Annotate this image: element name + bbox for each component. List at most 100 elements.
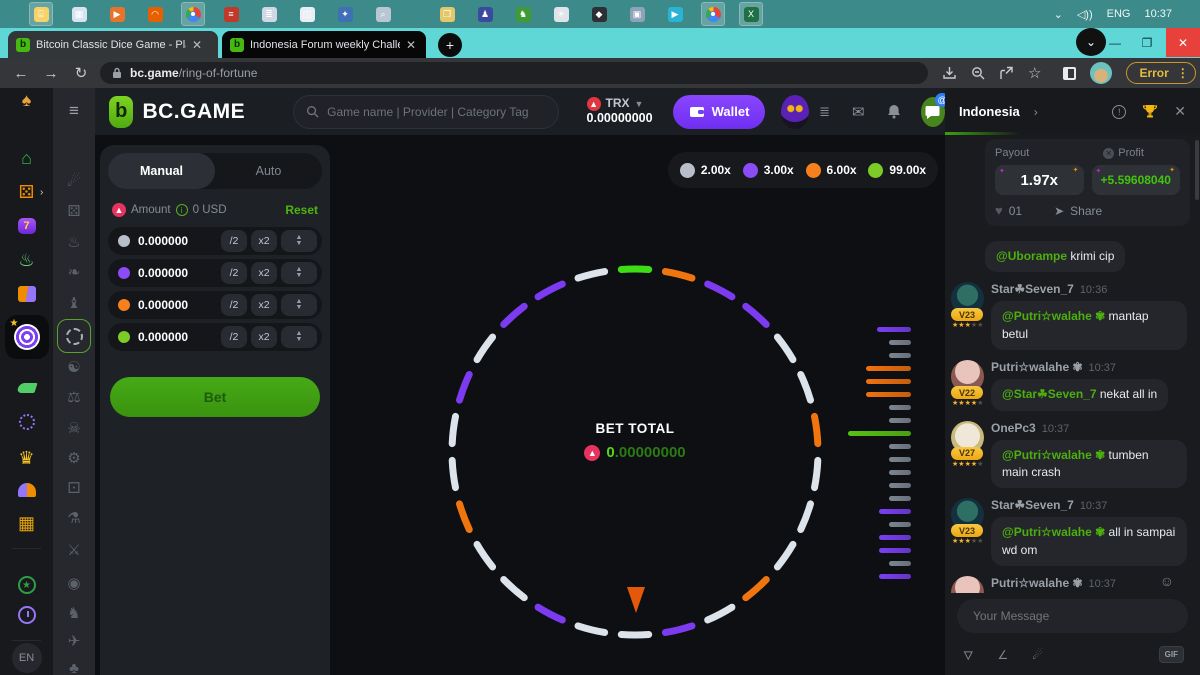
excel-icon[interactable]: X [740, 3, 762, 25]
file-explorer-icon[interactable]: ⌸ [30, 3, 52, 25]
media-player-icon[interactable]: ▶ [106, 3, 128, 25]
language-indicator[interactable]: ENG [1107, 8, 1131, 20]
sidebar2-item-grenade[interactable]: ⚗ [53, 501, 95, 535]
mention-link[interactable]: @Star☘Seven_7 [1002, 387, 1097, 401]
sidebar-item-sports-shoe[interactable] [0, 370, 53, 406]
zoom-icon[interactable] [971, 66, 985, 80]
game-search-input[interactable]: Game name | Provider | Category Tag [293, 95, 558, 129]
dragon-game-icon[interactable]: ♞ [512, 3, 534, 25]
share-label[interactable]: Share [1070, 204, 1102, 218]
sidebar-item-mines-blocks[interactable]: ▦ [0, 505, 53, 541]
mention-link[interactable]: @Uborampe [996, 249, 1067, 263]
tab-search-chevron[interactable]: ⌄ [1076, 28, 1106, 56]
format-icon[interactable]: ∠ [998, 648, 1009, 662]
profile-error-button[interactable]: Error⋮ [1126, 62, 1195, 84]
emoji-icon[interactable]: ☺ [1160, 573, 1174, 589]
chrome-profile-icon[interactable] [702, 3, 724, 25]
mention-link[interactable]: @Putri☆walahe ✾ [1002, 525, 1105, 539]
sidebar2-item-comet[interactable]: ☄ [53, 164, 95, 198]
sidebar-item-party-ghosts[interactable] [0, 472, 53, 508]
message-bubble[interactable]: @Putri☆walahe ✾ tumben main crash [991, 440, 1187, 489]
reload-icon[interactable]: ↻ [66, 64, 96, 82]
sidebar2-item-sword[interactable]: ⚔ [53, 533, 95, 567]
sidebar-item-roulette[interactable] [0, 404, 53, 440]
address-bar[interactable]: bc.game/ring-of-fortune [100, 62, 928, 84]
sidebar2-item-menu[interactable]: ≡ [53, 94, 95, 128]
mail-icon[interactable]: ✉ [852, 103, 865, 121]
sidebar-item-dice-game[interactable]: ⚄› [0, 174, 53, 210]
sidebar2-item-eggs[interactable]: ☯ [53, 350, 95, 384]
search-app-icon[interactable]: ⌕ [372, 3, 394, 25]
trophy-icon[interactable] [1142, 104, 1158, 119]
firefox-icon[interactable]: ◠ [144, 3, 166, 25]
sidebar2-item-coins[interactable]: ⚖ [53, 380, 95, 414]
browser-menu-icon[interactable]: ⋮ [1177, 66, 1189, 80]
dark-app-icon[interactable]: ◆ [588, 3, 610, 25]
sidebar-item-language[interactable]: EN [0, 640, 53, 675]
share-icon[interactable] [999, 66, 1014, 80]
meteor-icon[interactable]: ☄ [1032, 648, 1043, 662]
store-app-icon[interactable]: ◫ [296, 3, 318, 25]
sidebar-item-ring-of-fortune[interactable] [0, 319, 53, 355]
window-restore-button[interactable]: ❐ [1130, 28, 1164, 57]
sidebar2-item-brazier[interactable]: ♝ [53, 286, 95, 320]
folders-icon[interactable]: ❒ [436, 3, 458, 25]
notepad-icon[interactable]: ≣ [258, 3, 280, 25]
sidebar2-item-crab[interactable]: ☠ [53, 411, 95, 445]
message-bubble[interactable]: @Uborampe krimi cip [985, 241, 1125, 272]
volume-icon[interactable]: ◁)) [1077, 8, 1093, 21]
side-panel-icon[interactable] [1063, 67, 1076, 80]
paint-app-icon[interactable]: ✦ [334, 3, 356, 25]
sidebar2-item-dice-circle[interactable]: ⚄ [53, 194, 95, 228]
chat-channel-selector[interactable]: Indonesia [959, 104, 1020, 119]
sidebar2-item-cake[interactable]: ♨ [53, 225, 95, 259]
like-heart-icon[interactable]: ♥ [995, 203, 1003, 218]
sidebar-item-home[interactable]: ⌂ [0, 140, 53, 176]
bcgame-logo[interactable]: b [109, 96, 133, 128]
chat-close-icon[interactable]: ✕ [1174, 103, 1186, 120]
clock[interactable]: 10:37 [1144, 8, 1172, 20]
chat-info-icon[interactable]: ! [1112, 105, 1126, 119]
sidebar2-item-ring-active[interactable] [53, 319, 95, 353]
tab-close-icon[interactable]: ✕ [192, 38, 202, 52]
username[interactable]: Star☘Seven_710:36 [985, 282, 1190, 296]
chat-scrollbar[interactable] [1195, 140, 1199, 200]
mpc-player-icon[interactable]: ▣ [626, 3, 648, 25]
list-menu-icon[interactable]: ≣ [819, 104, 830, 120]
username[interactable]: Putri☆walahe ✾10:37 [985, 360, 1190, 374]
new-tab-button[interactable]: + [438, 33, 462, 57]
sidebar2-item-ufo[interactable]: ◉ [53, 566, 95, 600]
chat-toggle-button[interactable]: @ [921, 97, 945, 127]
mention-link[interactable]: @Putri☆walahe ✾ [1002, 448, 1105, 462]
penguin-game-icon[interactable]: ♟ [474, 3, 496, 25]
wallet-button[interactable]: Wallet [673, 95, 766, 129]
gif-button[interactable]: GIF [1159, 646, 1184, 663]
sidebar2-item-paw[interactable]: ♣ [53, 651, 95, 675]
username[interactable]: Star☘Seven_710:37 [985, 498, 1190, 512]
sidebar-item-live-casino[interactable]: ♨ [0, 242, 53, 278]
chevron-right-icon[interactable]: › [1034, 105, 1038, 119]
mention-link[interactable]: @Putri☆walahe ✾ [1002, 309, 1105, 323]
user-avatar[interactable] [781, 95, 809, 129]
message-bubble[interactable]: @Star☘Seven_7 nekat all in [991, 379, 1168, 410]
message-input[interactable] [957, 599, 1188, 633]
message-bubble[interactable]: @Putri☆walahe ✾ all in sampai wd om [991, 517, 1187, 566]
sidebar-item-shopping[interactable] [0, 276, 53, 312]
sidebar2-item-pear[interactable]: ❧ [53, 255, 95, 289]
avatar[interactable] [951, 576, 984, 593]
window-close-button[interactable]: ✕ [1166, 28, 1200, 57]
sidebar2-item-bomb[interactable]: ⚙ [53, 441, 95, 475]
sidebar-item-slots[interactable]: 7 [0, 208, 53, 244]
share-arrow-icon[interactable]: ➤ [1054, 204, 1064, 218]
install-icon[interactable] [942, 66, 957, 80]
browser-tab-2[interactable]: b Indonesia Forum weekly Challeng ✕ [222, 31, 426, 58]
rain-icon[interactable]: 🜄 [963, 642, 974, 667]
win-card[interactable]: Payout ✕ Profit ✦ ✦ 1.97x ✦ ✦ +5.5960804… [985, 139, 1190, 226]
chat-messages[interactable]: Payout ✕ Profit ✦ ✦ 1.97x ✦ ✦ +5.5960804… [945, 135, 1200, 593]
chrome-icon[interactable] [182, 3, 204, 25]
username[interactable]: OnePc310:37 [985, 421, 1190, 435]
currency-selector[interactable]: ▲ TRX ▼ 0.00000000 [587, 97, 653, 125]
photos-app-icon[interactable]: ▦ [68, 3, 90, 25]
forward-icon[interactable]: → [36, 65, 66, 82]
sidebar-item-recent-clock[interactable] [0, 597, 53, 633]
